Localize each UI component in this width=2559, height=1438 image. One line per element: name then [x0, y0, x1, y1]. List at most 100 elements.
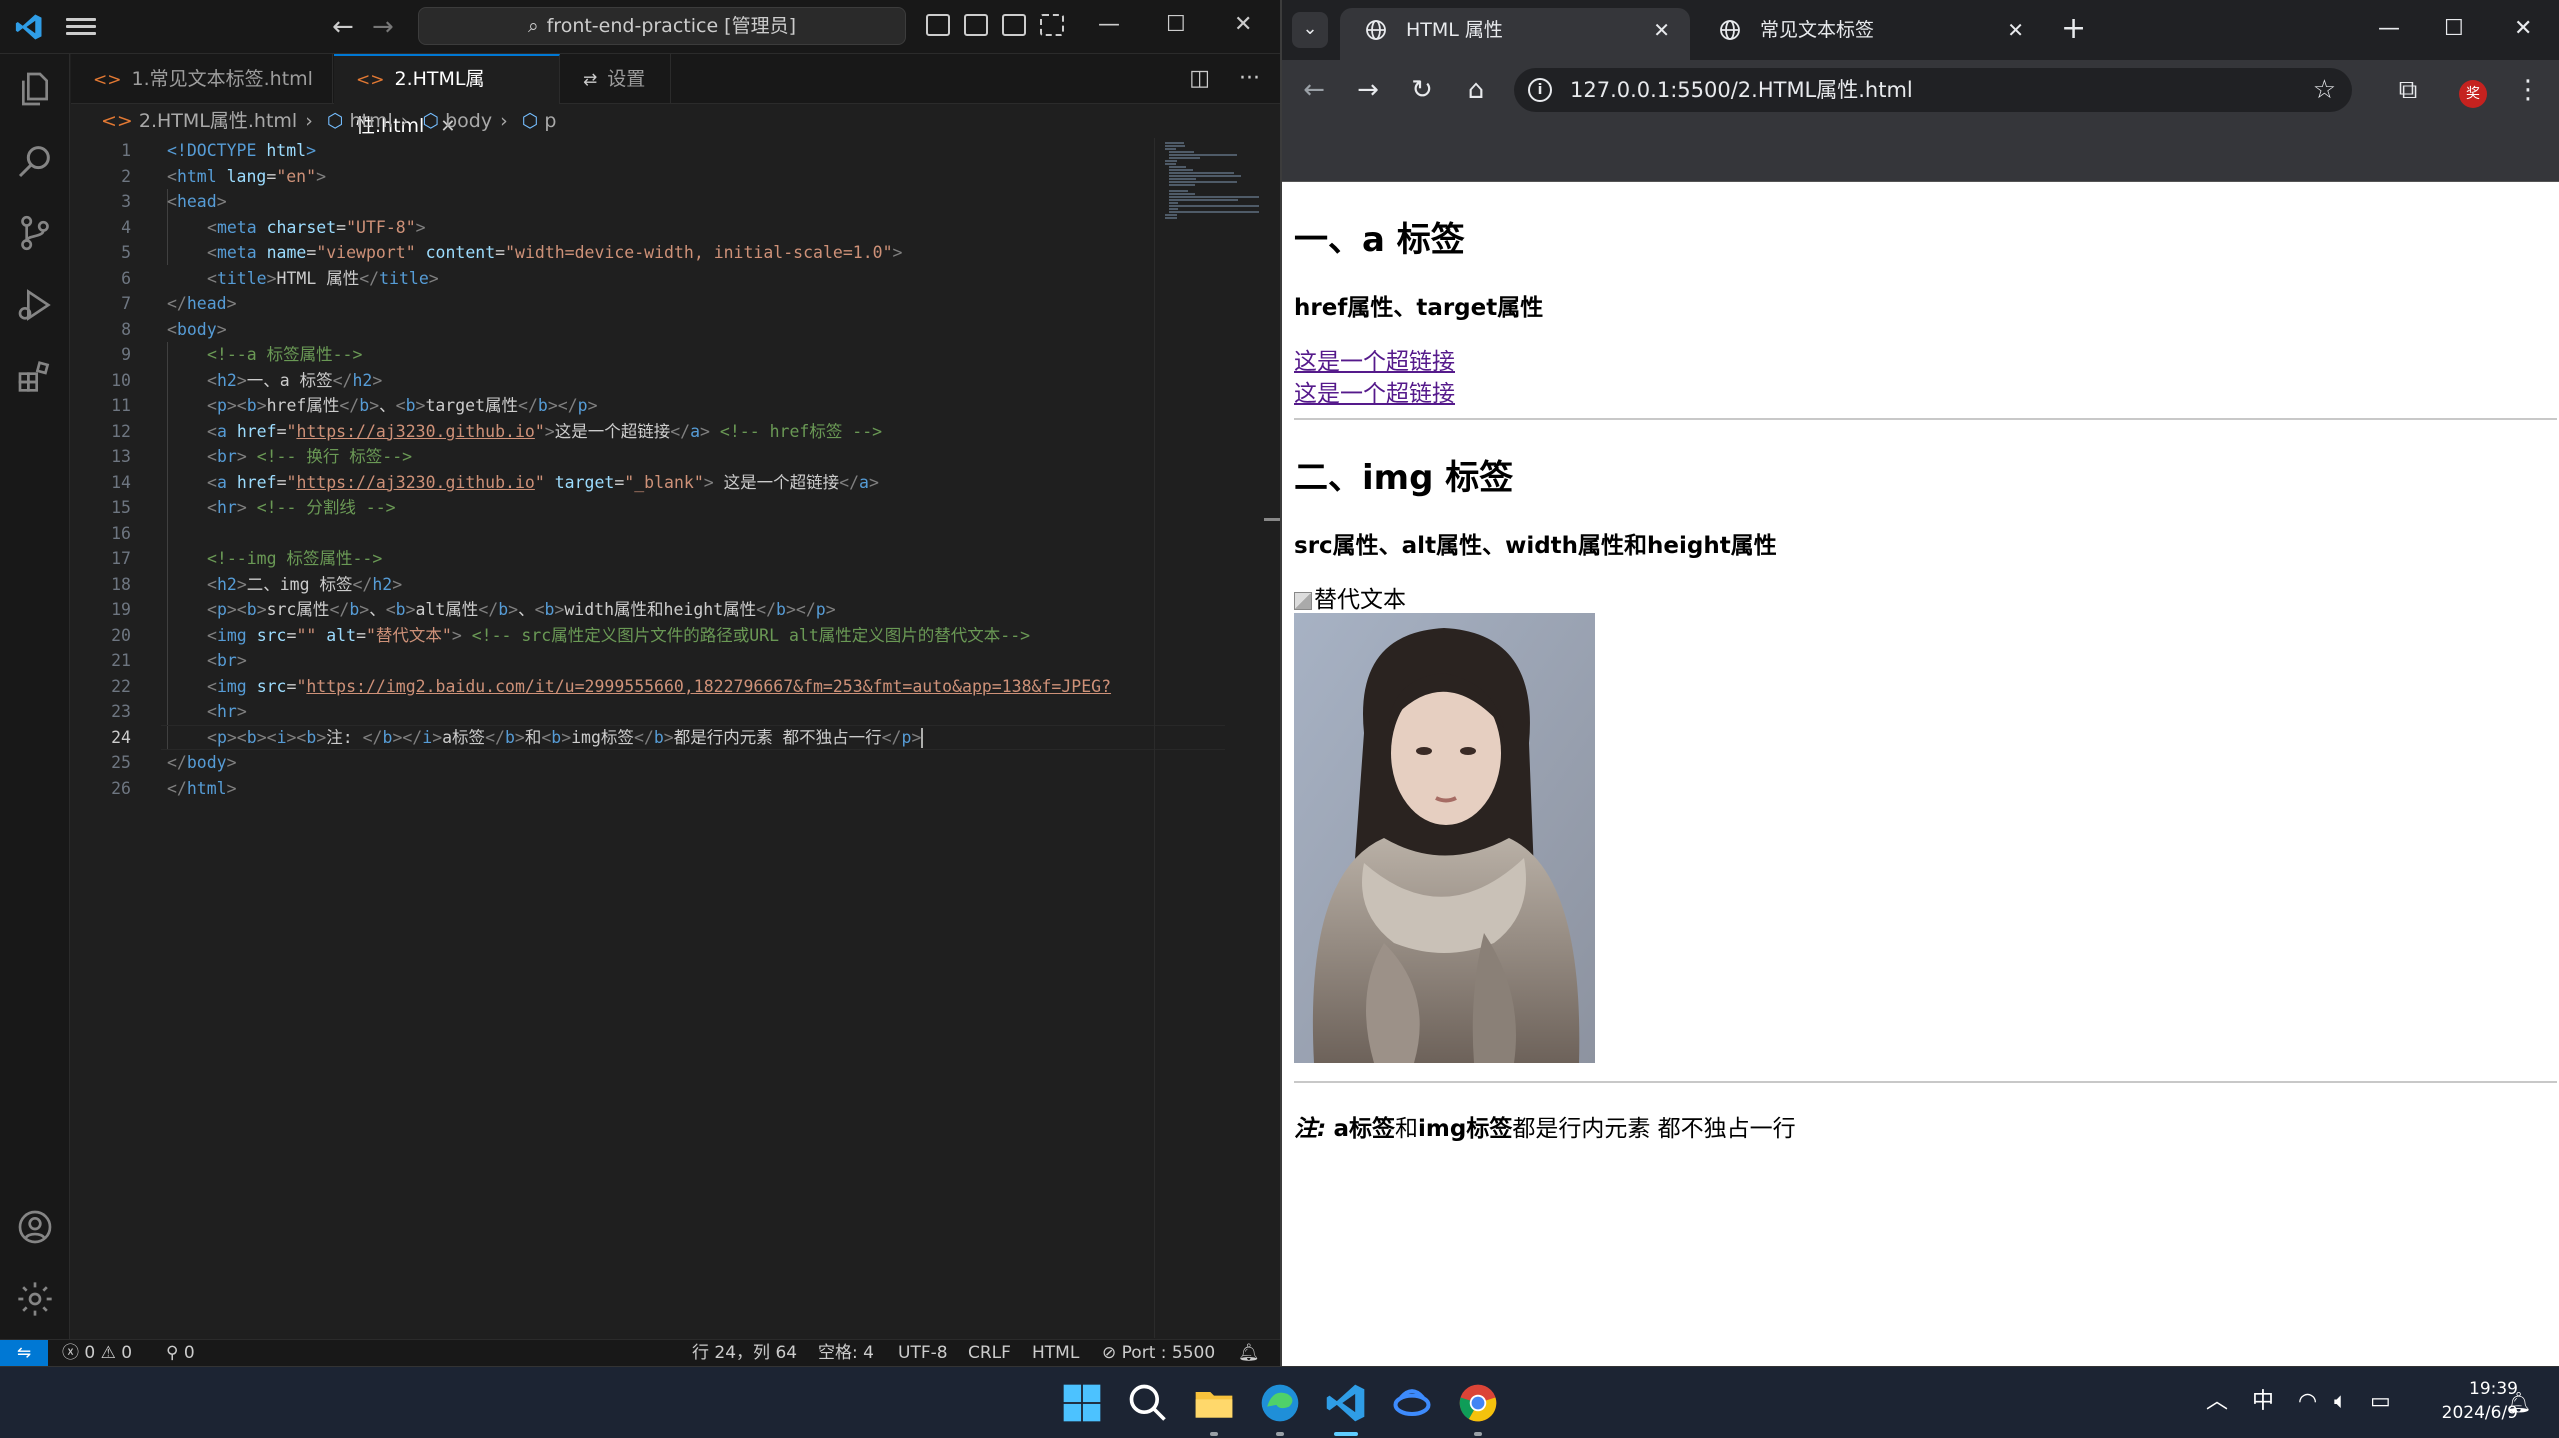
encoding[interactable]: UTF-8 [898, 1340, 948, 1366]
breadcrumb-p[interactable]: p [544, 110, 556, 132]
forward-arrow-icon[interactable]: → [372, 12, 394, 42]
chrome-tab-text-tags[interactable]: 常见文本标签 ✕ [1694, 8, 2044, 60]
toggle-sidebar-icon[interactable] [926, 14, 950, 36]
new-tab-plus-icon[interactable]: + [2061, 12, 2086, 46]
minimap[interactable] [1154, 138, 1264, 1338]
wifi-icon[interactable]: ◠ [2298, 1387, 2317, 1417]
minimize-button[interactable]: — [2378, 14, 2400, 44]
code-line[interactable]: 11 <p><b>href属性</b>、<b>target属性</b></p> [71, 393, 1151, 419]
breadcrumb-html[interactable]: html [350, 110, 393, 132]
code-line[interactable]: 24 <p><b><i><b>注: </b></i>a标签</b>和<b>img标… [71, 725, 1151, 751]
extensions-icon[interactable] [0, 342, 70, 412]
tab-2-html[interactable]: <> 2.HTML属性.html ✕ [334, 54, 560, 137]
back-arrow-icon[interactable]: ← [332, 12, 354, 42]
notifications-bell-icon[interactable]: 🔔︎ [1238, 1340, 1260, 1366]
tab-1-html[interactable]: <> 1.常见文本标签.html [71, 54, 333, 104]
profile-avatar[interactable]: 奖 [2459, 80, 2487, 108]
split-editor-icon[interactable]: ◫ [1189, 66, 1210, 91]
code-line[interactable]: 25 </body> [71, 750, 1151, 776]
accounts-icon[interactable] [0, 1192, 70, 1262]
code-line[interactable]: 18 <h2>二、img 标签</h2> [71, 572, 1151, 598]
hyperlink-1[interactable]: 这是一个超链接 [1294, 342, 1455, 376]
code-line[interactable]: 19 <p><b>src属性</b>、<b>alt属性</b>、<b>width属… [71, 597, 1151, 623]
edge-browser-icon[interactable] [1258, 1381, 1302, 1425]
reload-icon[interactable]: ↻ [1404, 72, 1440, 108]
command-center-search[interactable]: ⌕ front-end-practice [管理员] [418, 7, 906, 45]
notification-bell-icon[interactable]: 🔔︎ [2506, 1387, 2531, 1417]
home-icon[interactable]: ⌂ [1458, 72, 1494, 108]
code-line[interactable]: 6 <title>HTML 属性</title> [71, 266, 1151, 292]
code-line[interactable]: 21 <br> [71, 648, 1151, 674]
windows-start-icon[interactable] [1060, 1381, 1104, 1425]
code-line[interactable]: 5 <meta name="viewport" content="width=de… [71, 240, 1151, 266]
bookmark-star-icon[interactable]: ☆ [2313, 68, 2336, 112]
more-actions-icon[interactable]: ··· [1239, 66, 1260, 91]
tab-search-chevron-icon[interactable]: ⌄ [1292, 12, 1328, 48]
toggle-secondary-sidebar-icon[interactable] [1002, 14, 1026, 36]
close-tab-icon[interactable]: ✕ [1653, 8, 1670, 52]
code-line[interactable]: 9 <!--a 标签属性--> [71, 342, 1151, 368]
breadcrumb-body[interactable]: body [445, 110, 492, 132]
chrome-taskbar-icon[interactable] [1456, 1381, 1500, 1425]
file-explorer-icon[interactable] [1192, 1381, 1236, 1425]
code-line[interactable]: 14 <a href="https://aj3230.github.io" tar… [71, 470, 1151, 496]
code-line[interactable]: 15 <hr> <!-- 分割线 --> [71, 495, 1151, 521]
chrome-tab-html-attrs[interactable]: HTML 属性 ✕ [1340, 8, 1690, 60]
code-line[interactable]: 16 [71, 521, 1151, 547]
cursor-position[interactable]: 行 24，列 64 [692, 1340, 797, 1366]
maximize-button[interactable]: ☐ [2444, 14, 2464, 44]
manage-gear-icon[interactable] [0, 1264, 70, 1334]
battery-icon[interactable]: ▭ [2370, 1387, 2391, 1417]
close-window-button[interactable]: ✕ [2514, 14, 2532, 44]
explorer-icon[interactable] [0, 54, 70, 124]
chrome-menu-icon[interactable]: ⋮ [2510, 72, 2546, 108]
hamburger-menu-icon[interactable] [66, 14, 96, 38]
code-line[interactable]: 10 <h2>一、a 标签</h2> [71, 368, 1151, 394]
close-window-button[interactable]: ✕ [1234, 8, 1252, 42]
language-mode[interactable]: HTML [1032, 1340, 1079, 1366]
source-control-icon[interactable] [0, 198, 70, 268]
ports-indicator[interactable]: ⚲ 0 [166, 1340, 195, 1366]
problems-indicator[interactable]: ⓧ 0 ⚠ 0 [62, 1340, 132, 1366]
code-line[interactable]: 17 <!--img 标签属性--> [71, 546, 1151, 572]
minimize-button[interactable]: — [1098, 8, 1120, 42]
code-line[interactable]: 1 <!DOCTYPE html> [71, 138, 1151, 164]
taskbar-search-icon[interactable] [1126, 1381, 1170, 1425]
code-line[interactable]: 3 <head> [71, 189, 1151, 215]
breadcrumb-file[interactable]: 2.HTML属性.html [139, 110, 297, 132]
line-ending[interactable]: CRLF [968, 1340, 1011, 1366]
vscode-taskbar-icon[interactable] [1324, 1381, 1368, 1425]
run-debug-icon[interactable] [0, 270, 70, 340]
code-line[interactable]: 22 <img src="https://img2.baidu.com/it/u=… [71, 674, 1151, 700]
code-line[interactable]: 7 </head> [71, 291, 1151, 317]
address-bar[interactable]: i 127.0.0.1:5500/2.HTML属性.html ☆ [1514, 68, 2352, 112]
system-clock[interactable]: 19:39 2024/6/9 [2418, 1377, 2518, 1425]
remote-indicator-icon[interactable]: ⇋ [0, 1340, 48, 1366]
forward-arrow-icon[interactable]: → [1350, 72, 1386, 108]
extensions-puzzle-icon[interactable]: ⧉ [2390, 72, 2426, 108]
app-taskbar-icon[interactable] [1390, 1381, 1434, 1425]
code-line[interactable]: 13 <br> <!-- 换行 标签--> [71, 444, 1151, 470]
scrollbar[interactable] [1264, 518, 1280, 521]
customize-layout-icon[interactable] [1040, 14, 1064, 36]
search-icon[interactable] [0, 126, 70, 196]
hyperlink-2[interactable]: 这是一个超链接 [1294, 374, 1455, 408]
toggle-panel-icon[interactable] [964, 14, 988, 36]
tab-settings[interactable]: ⇄ 设置 [561, 54, 671, 104]
back-arrow-icon[interactable]: ← [1296, 72, 1332, 108]
code-line[interactable]: 4 <meta charset="UTF-8"> [71, 215, 1151, 241]
code-line[interactable]: 20 <img src="" alt="替代文本"> <!-- src属性定义图片… [71, 623, 1151, 649]
site-info-icon[interactable]: i [1528, 78, 1552, 102]
code-line[interactable]: 2 <html lang="en"> [71, 164, 1151, 190]
code-line[interactable]: 23 <hr> [71, 699, 1151, 725]
show-hidden-icons-chevron-icon[interactable]: ︿ [2206, 1387, 2228, 1417]
code-line[interactable]: 8 <body> [71, 317, 1151, 343]
code-line[interactable]: 12 <a href="https://aj3230.github.io">这是一… [71, 419, 1151, 445]
volume-icon[interactable]: 🔈︎ [2334, 1387, 2347, 1417]
live-server-port[interactable]: ⊘ Port : 5500 [1102, 1340, 1215, 1366]
close-tab-icon[interactable]: ✕ [2007, 8, 2024, 52]
maximize-button[interactable]: ☐ [1166, 8, 1186, 42]
indentation[interactable]: 空格: 4 [818, 1340, 874, 1366]
code-editor[interactable]: 1 <!DOCTYPE html> 2 <html lang="en"> 3 <head>… [71, 138, 1225, 1338]
ime-indicator[interactable]: 中 [2252, 1387, 2274, 1417]
